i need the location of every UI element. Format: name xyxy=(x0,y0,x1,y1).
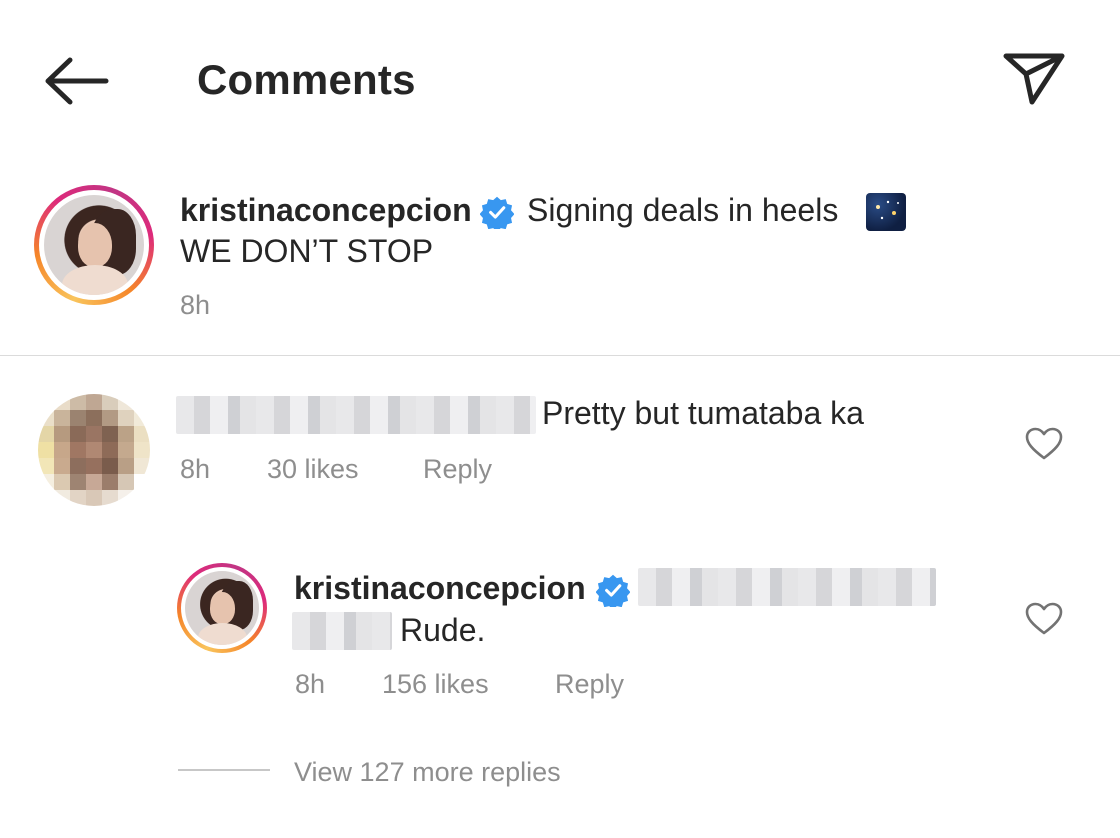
reply-likes-count[interactable]: 156 likes xyxy=(382,669,489,700)
replies-divider-line xyxy=(178,769,270,771)
comment-like-button[interactable] xyxy=(1024,426,1064,462)
paper-plane-icon xyxy=(1003,53,1065,105)
page-title: Comments xyxy=(197,56,416,103)
reply-like-button[interactable] xyxy=(1024,601,1064,637)
reply-timestamp: 8h xyxy=(295,669,326,699)
reply-text: Rude. xyxy=(400,612,486,648)
arrow-left-icon xyxy=(45,57,109,105)
avatar[interactable] xyxy=(34,185,154,305)
verified-badge-icon xyxy=(480,196,514,229)
comment-timestamp: 8h xyxy=(180,454,211,484)
divider xyxy=(0,355,1120,356)
reply-username[interactable]: kristinaconcepcion xyxy=(294,570,586,607)
caption-timestamp: 8h xyxy=(180,290,211,320)
comment-reply-button[interactable]: Reply xyxy=(423,454,492,485)
avatar-redacted[interactable] xyxy=(38,394,150,506)
back-button[interactable] xyxy=(40,50,112,112)
verified-badge-icon xyxy=(596,574,630,607)
reply-mention-redacted-cont[interactable] xyxy=(292,612,392,650)
caption-text: Signing deals in heels xyxy=(527,192,839,228)
share-button[interactable] xyxy=(998,44,1070,110)
comment-username-redacted[interactable] xyxy=(176,396,536,434)
heart-outline-icon xyxy=(1025,602,1063,635)
night-sky-emoji xyxy=(866,193,906,231)
caption-username[interactable]: kristinaconcepcion xyxy=(180,192,472,229)
caption-text-line2: WE DON’T STOP xyxy=(180,233,434,269)
profile-photo xyxy=(44,195,144,295)
reply-avatar[interactable] xyxy=(177,563,267,653)
comment-text: Pretty but tumataba ka xyxy=(542,395,864,431)
view-more-replies-button[interactable]: View 127 more replies xyxy=(294,757,561,788)
comment-likes-count[interactable]: 30 likes xyxy=(267,454,359,485)
reply-reply-button[interactable]: Reply xyxy=(555,669,624,700)
profile-photo xyxy=(185,571,259,645)
heart-outline-icon xyxy=(1025,427,1063,460)
reply-mention-redacted[interactable] xyxy=(638,568,936,606)
